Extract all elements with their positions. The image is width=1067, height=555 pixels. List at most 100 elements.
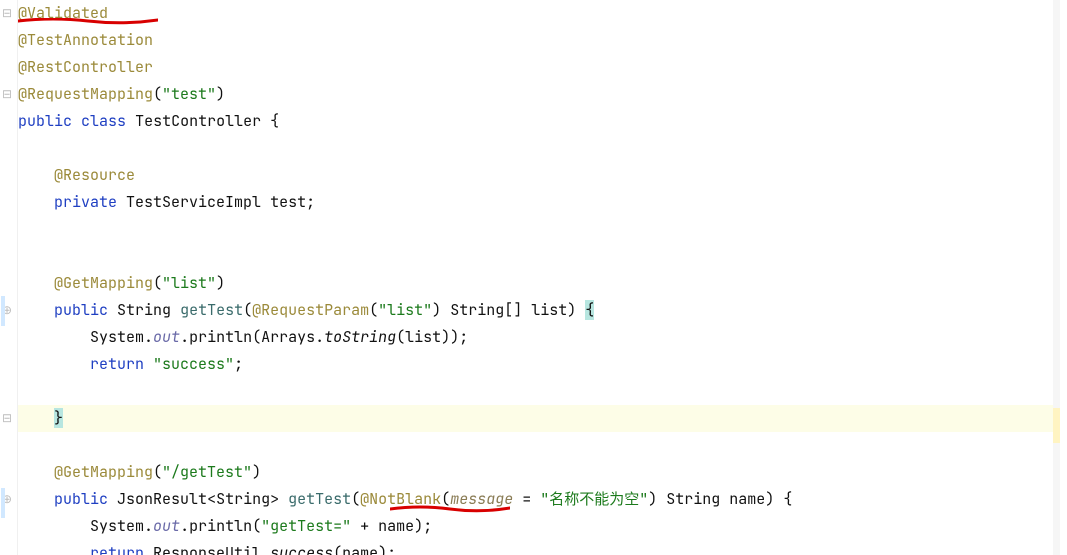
- code-line[interactable]: @GetMapping("/getTest"): [18, 459, 1060, 486]
- punct: .: [180, 327, 189, 347]
- keyword: public: [18, 111, 72, 131]
- annotation: @RestController: [18, 57, 153, 77]
- punct: (: [252, 516, 261, 536]
- punct: (: [243, 300, 252, 320]
- annotation: @RequestParam: [252, 300, 369, 320]
- punct: .: [180, 516, 189, 536]
- annotation: @Resource: [54, 165, 135, 185]
- punct: .: [315, 327, 324, 347]
- code-line[interactable]: System.out.println(Arrays.toString(list)…: [18, 324, 1060, 351]
- punct: ): [432, 300, 441, 320]
- matched-brace: {: [585, 300, 594, 320]
- annotation: @TestAnnotation: [18, 30, 153, 50]
- punct: (: [252, 327, 261, 347]
- punct: (: [153, 462, 162, 482]
- type-name: System: [90, 327, 144, 347]
- static-method: success: [270, 543, 333, 555]
- identifier: list: [531, 300, 567, 320]
- code-line-highlighted[interactable]: }: [18, 405, 1060, 432]
- string-literal: "list": [162, 273, 216, 293]
- string-literal: "名称不能为空": [540, 489, 648, 509]
- keyword: return: [90, 354, 144, 374]
- hand-underline-icon: [390, 505, 510, 508]
- code-line[interactable]: @Resource: [18, 162, 1060, 189]
- code-line[interactable]: @RequestMapping("test"): [18, 81, 1060, 108]
- code-area[interactable]: @Validated @TestAnnotation @RestControll…: [18, 0, 1060, 555]
- keyword: public: [54, 300, 108, 320]
- punct: >: [270, 489, 279, 509]
- keyword: class: [81, 111, 126, 131]
- fold-collapse-icon[interactable]: ⊟: [2, 8, 12, 18]
- method-call: println: [189, 516, 252, 536]
- annotation: @GetMapping: [54, 462, 153, 482]
- string-literal: "getTest=": [261, 516, 351, 536]
- identifier: name: [342, 543, 378, 555]
- code-line[interactable]: public class TestController {: [18, 108, 1060, 135]
- code-line[interactable]: [18, 378, 1060, 405]
- code-line[interactable]: @TestAnnotation: [18, 27, 1060, 54]
- punct: ): [252, 462, 261, 482]
- punct: (: [153, 273, 162, 293]
- code-line[interactable]: [18, 432, 1060, 459]
- string-literal: "/getTest": [162, 462, 252, 482]
- punct: <: [207, 489, 216, 509]
- code-line[interactable]: @GetMapping("list"): [18, 270, 1060, 297]
- operator: +: [360, 516, 369, 536]
- fold-collapse-icon[interactable]: ⊟: [2, 89, 12, 99]
- punct: ): [567, 300, 585, 320]
- fold-collapse-icon[interactable]: ⊟: [2, 413, 12, 423]
- code-line[interactable]: [18, 243, 1060, 270]
- scrollbar-warning-marker[interactable]: [1053, 408, 1060, 443]
- identifier: name: [729, 489, 765, 509]
- code-line[interactable]: private TestServiceImpl test;: [18, 189, 1060, 216]
- punct: .: [261, 543, 270, 555]
- punct: (: [351, 489, 360, 509]
- static-method: toString: [324, 327, 396, 347]
- code-editor[interactable]: ⊟ ⊟ ⊕ ⊟ ⊕ @Validated @TestAnnotation @Re…: [0, 0, 1060, 555]
- punct: ;: [234, 354, 243, 374]
- type-name: TestController: [135, 111, 261, 131]
- code-line[interactable]: @Validated: [18, 0, 1060, 27]
- vcs-change-marker[interactable]: [1, 488, 5, 518]
- static-field: out: [153, 327, 180, 347]
- string-literal: "test": [162, 84, 216, 104]
- type-name: ResponseUtil: [153, 543, 261, 555]
- method-name: getTest: [288, 489, 351, 509]
- vcs-change-marker[interactable]: [1, 296, 5, 326]
- code-line[interactable]: [18, 216, 1060, 243]
- code-line[interactable]: return "success";: [18, 351, 1060, 378]
- identifier: name: [378, 516, 414, 536]
- punct: ));: [441, 327, 468, 347]
- matched-brace: }: [54, 408, 63, 428]
- punct: );: [414, 516, 432, 536]
- hand-underline-icon: [18, 18, 158, 21]
- punct: {: [261, 111, 279, 131]
- gutter: ⊟ ⊟ ⊕ ⊟ ⊕: [0, 0, 18, 555]
- keyword: public: [54, 489, 108, 509]
- code-line[interactable]: public JsonResult<String> getTest(@NotBl…: [18, 486, 1060, 513]
- type-name: String[]: [450, 300, 522, 320]
- punct: (: [153, 84, 162, 104]
- scrollbar-track[interactable]: [1053, 0, 1060, 555]
- code-line[interactable]: return ResponseUtil.success(name):: [18, 540, 1060, 555]
- punct: (: [396, 327, 405, 347]
- type-name: System: [90, 516, 144, 536]
- punct: ):: [378, 543, 396, 555]
- punct: .: [144, 516, 153, 536]
- punct: ): [216, 84, 225, 104]
- code-line[interactable]: [18, 135, 1060, 162]
- keyword: return: [90, 543, 144, 555]
- punct: ) {: [765, 489, 792, 509]
- identifier: list: [405, 327, 441, 347]
- type-name: String: [216, 489, 270, 509]
- annotation: @RequestMapping: [18, 84, 153, 104]
- code-line[interactable]: System.out.println("getTest=" + name);: [18, 513, 1060, 540]
- punct: (: [369, 300, 378, 320]
- code-line[interactable]: public String getTest(@RequestParam("lis…: [18, 297, 1060, 324]
- punct: ): [216, 273, 225, 293]
- punct: .: [144, 327, 153, 347]
- method-name: getTest: [180, 300, 243, 320]
- type-name: String: [666, 489, 720, 509]
- code-line[interactable]: @RestController: [18, 54, 1060, 81]
- type-name: TestServiceImpl: [126, 192, 261, 212]
